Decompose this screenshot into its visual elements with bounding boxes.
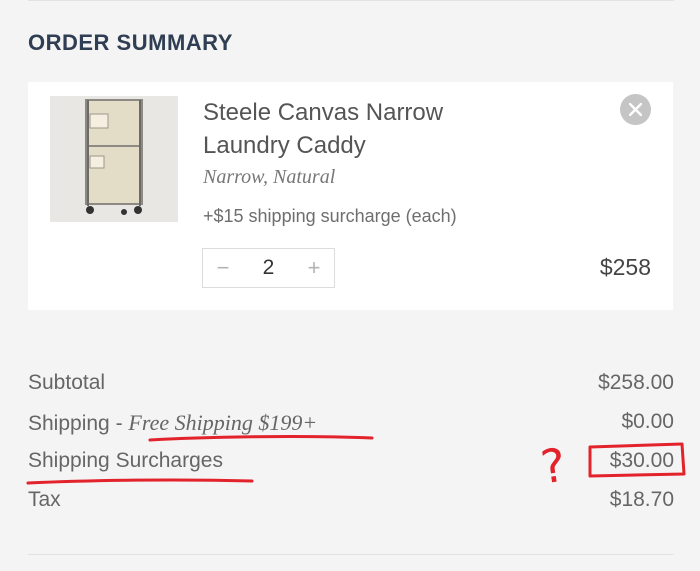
tax-label: Tax xyxy=(28,488,61,511)
quantity-value[interactable]: 2 xyxy=(243,249,294,287)
bottom-divider xyxy=(28,554,674,555)
order-totals: Subtotal $258.00 Shipping - Free Shippin… xyxy=(28,368,674,524)
top-divider xyxy=(28,0,674,1)
shipping-label: Shipping - Free Shipping $199+ xyxy=(28,410,317,436)
cart-item-card: Steele Canvas Narrow Laundry Caddy Narro… xyxy=(28,82,673,310)
shipping-label-text: Shipping - xyxy=(28,412,129,435)
quantity-stepper: − 2 + xyxy=(202,248,335,288)
shipping-row: Shipping - Free Shipping $199+ $0.00 xyxy=(28,407,674,446)
subtotal-value: $258.00 xyxy=(598,371,674,394)
shipping-surcharges-label: Shipping Surcharges xyxy=(28,449,223,472)
shipping-value: $0.00 xyxy=(621,410,674,433)
shipping-surcharge-note: +$15 shipping surcharge (each) xyxy=(203,206,457,226)
tax-value: $18.70 xyxy=(609,488,674,511)
product-name[interactable]: Steele Canvas Narrow Laundry Caddy xyxy=(203,96,503,162)
remove-item-button[interactable] xyxy=(620,94,651,125)
subtotal-label: Subtotal xyxy=(28,371,106,394)
increase-quantity-button[interactable]: + xyxy=(294,249,334,287)
shipping-surcharges-row: Shipping Surcharges $30.00 xyxy=(28,446,674,485)
line-item-price: $258 xyxy=(599,254,651,280)
product-variant: Narrow, Natural xyxy=(203,166,336,188)
close-icon xyxy=(629,103,642,116)
free-shipping-promo: Free Shipping $199+ xyxy=(128,410,318,435)
subtotal-row: Subtotal $258.00 xyxy=(28,368,674,407)
shipping-surcharges-value: $30.00 xyxy=(609,449,674,472)
laundry-caddy-photo-icon[interactable] xyxy=(50,96,178,222)
tax-row: Tax $18.70 xyxy=(28,485,674,524)
decrease-quantity-button[interactable]: − xyxy=(203,249,243,287)
order-summary-title: ORDER SUMMARY xyxy=(28,30,233,55)
